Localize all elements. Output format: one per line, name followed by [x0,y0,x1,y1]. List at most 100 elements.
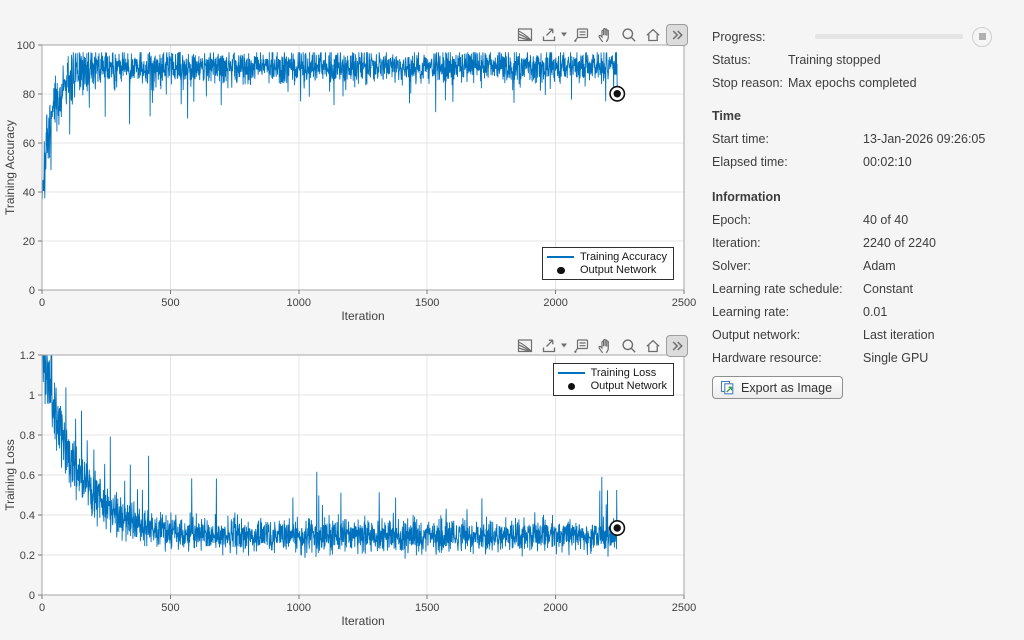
accuracy-legend: Training Accuracy Output Network [542,247,674,280]
learning-rate-schedule-label: Learning rate schedule: [712,282,863,296]
svg-text:0: 0 [39,602,45,614]
stop-training-button[interactable] [972,27,992,47]
svg-text:1: 1 [29,390,35,402]
svg-text:1500: 1500 [415,602,439,614]
svg-text:0.4: 0.4 [20,510,35,522]
brush-icon[interactable] [514,336,535,357]
line-swatch [556,372,588,374]
legend-label: Output Network [591,380,667,392]
progress-bar [815,34,963,39]
svg-text:500: 500 [161,297,179,309]
iteration-row: Iteration: 2240 of 2240 [712,231,1024,254]
legend-entry-output-network: Output Network [545,264,667,278]
svg-text:1000: 1000 [287,602,311,614]
dot-swatch [545,267,577,275]
status-label: Status: [712,53,788,67]
line-swatch [545,256,577,258]
svg-text:0.6: 0.6 [20,470,35,482]
home-icon[interactable] [642,336,663,357]
legend-label: Training Loss [591,367,657,379]
training-progress-window: 05001000150020002500020406080100Iteratio… [0,0,1024,640]
zoom-icon[interactable] [618,336,639,357]
hardware-resource-row: Hardware resource: Single GPU [712,346,1024,369]
svg-text:Iteration: Iteration [341,309,384,323]
svg-text:20: 20 [23,236,35,248]
start-time-label: Start time: [712,132,863,146]
learning-rate-schedule-row: Learning rate schedule: Constant [712,277,1024,300]
export-dropdown-caret[interactable] [560,25,568,46]
pan-icon[interactable] [594,336,615,357]
toolbar-expand-icon[interactable] [666,335,688,357]
progress-row: Progress: [712,25,1024,48]
learning-rate-label: Learning rate: [712,305,863,319]
solver-row: Solver: Adam [712,254,1024,277]
stop-reason-row: Stop reason: Max epochs completed [712,71,1024,94]
elapsed-time-value: 00:02:10 [863,155,912,169]
learning-rate-value: 0.01 [863,305,887,319]
svg-text:1500: 1500 [415,297,439,309]
pan-icon[interactable] [594,25,615,46]
stop-reason-label: Stop reason: [712,76,788,90]
solver-label: Solver: [712,259,863,273]
epoch-row: Epoch: 40 of 40 [712,208,1024,231]
start-time-value: 13-Jan-2026 09:26:05 [863,132,985,146]
datatip-icon[interactable] [570,336,591,357]
stop-icon [979,33,986,40]
information-section-header: Information [712,185,1024,208]
progress-label: Progress: [712,30,788,44]
svg-text:0: 0 [29,285,35,297]
start-time-row: Start time: 13-Jan-2026 09:26:05 [712,127,1024,150]
loss-axes-toolbar [514,335,688,357]
svg-text:0: 0 [29,590,35,602]
svg-text:100: 100 [17,40,35,52]
legend-label: Training Accuracy [580,251,667,263]
brush-icon[interactable] [514,25,535,46]
output-network-row: Output network: Last iteration [712,323,1024,346]
export-button-label: Export as Image [741,381,832,395]
svg-text:500: 500 [161,602,179,614]
solver-value: Adam [863,259,896,273]
time-section-header: Time [712,104,1024,127]
status-row: Status: Training stopped [712,48,1024,71]
svg-text:1000: 1000 [287,297,311,309]
output-network-label: Output network: [712,328,863,342]
iteration-label: Iteration: [712,236,863,250]
export-dropdown-caret[interactable] [560,336,568,357]
svg-text:2500: 2500 [672,602,696,614]
svg-text:Training Accuracy: Training Accuracy [3,120,17,215]
stop-reason-value: Max epochs completed [788,76,917,90]
legend-entry-training-accuracy: Training Accuracy [545,250,667,264]
legend-entry-output-network: Output Network [556,380,667,394]
export-as-image-button[interactable]: Export as Image [712,376,843,399]
svg-text:2500: 2500 [672,297,696,309]
iteration-value: 2240 of 2240 [863,236,936,250]
output-network-value: Last iteration [863,328,935,342]
epoch-label: Epoch: [712,213,863,227]
hardware-resource-value: Single GPU [863,351,928,365]
svg-text:2000: 2000 [543,602,567,614]
accuracy-axes-toolbar [514,24,688,46]
export-icon[interactable] [538,336,559,357]
svg-text:60: 60 [23,138,35,150]
svg-text:0.8: 0.8 [20,430,35,442]
learning-rate-row: Learning rate: 0.01 [712,300,1024,323]
toolbar-expand-icon[interactable] [666,24,688,46]
svg-text:2000: 2000 [543,297,567,309]
home-icon[interactable] [642,25,663,46]
dot-swatch [556,383,588,391]
export-image-icon [720,380,735,395]
svg-text:80: 80 [23,89,35,101]
legend-label: Output Network [580,264,656,276]
legend-entry-training-loss: Training Loss [556,366,667,380]
learning-rate-schedule-value: Constant [863,282,913,296]
zoom-icon[interactable] [618,25,639,46]
svg-text:40: 40 [23,187,35,199]
svg-text:0.2: 0.2 [20,550,35,562]
svg-text:1.2: 1.2 [20,350,35,362]
status-value: Training stopped [788,53,881,67]
svg-text:Training Loss: Training Loss [3,439,17,511]
epoch-value: 40 of 40 [863,213,908,227]
datatip-icon[interactable] [570,25,591,46]
export-icon[interactable] [538,25,559,46]
hardware-resource-label: Hardware resource: [712,351,863,365]
